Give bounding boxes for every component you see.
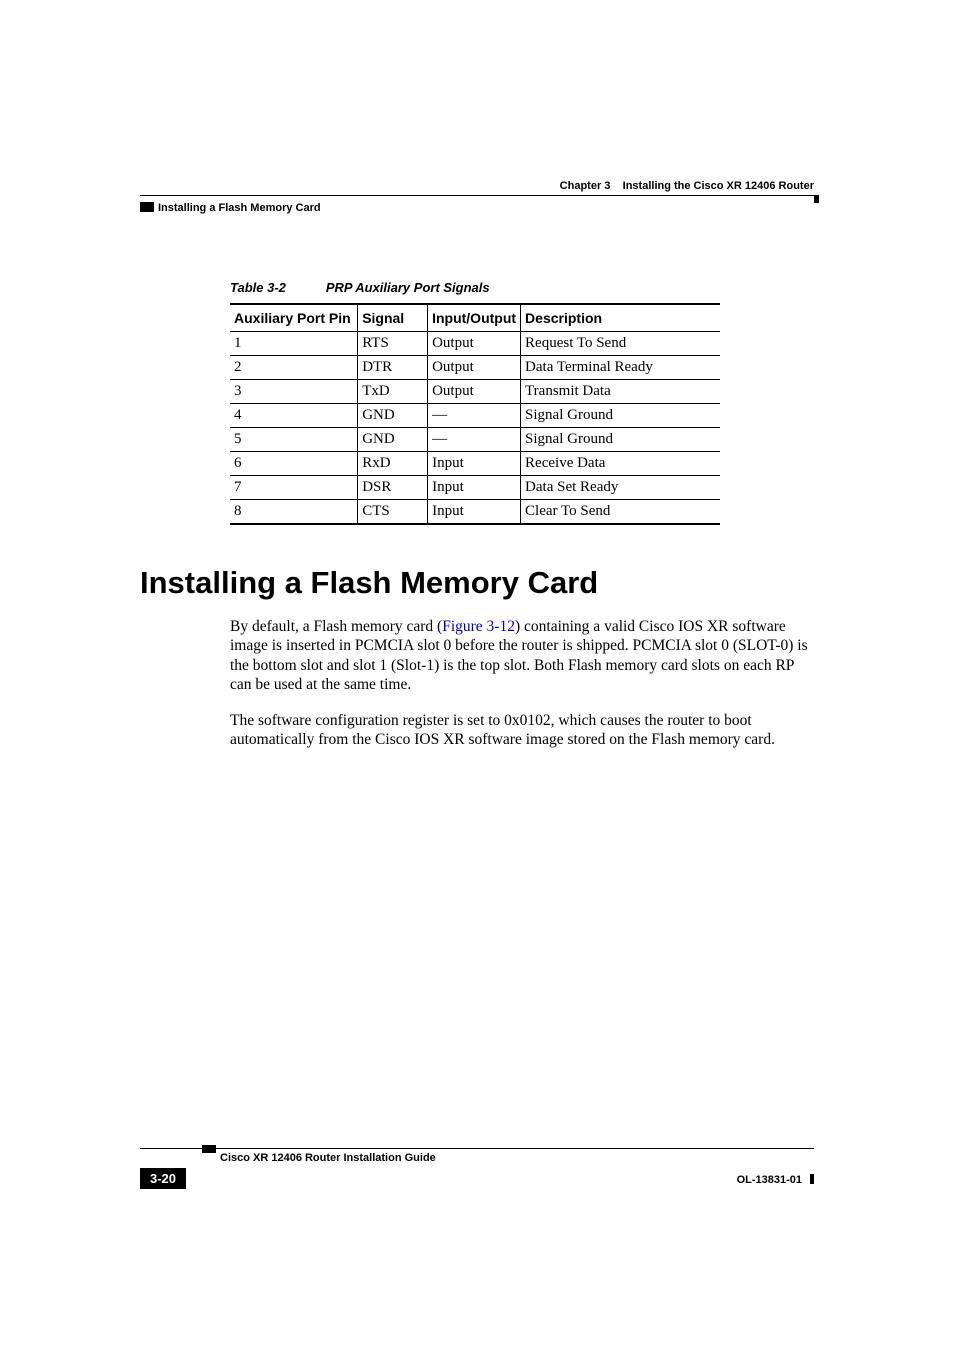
figure-link[interactable]: Figure 3-12 [442, 618, 515, 635]
running-section-name: Installing a Flash Memory Card [158, 202, 321, 214]
table-row: 7 DSR Input Data Set Ready [230, 476, 720, 500]
table-row: 6 RxD Input Receive Data [230, 452, 720, 476]
cell-io: Input [428, 500, 521, 525]
p1-part1: By default, a Flash memory card ( [230, 618, 442, 635]
cell-pin: 3 [230, 380, 358, 404]
cell-signal: GND [358, 404, 428, 428]
table-row: 8 CTS Input Clear To Send [230, 500, 720, 525]
cell-signal: DTR [358, 356, 428, 380]
guide-title: Cisco XR 12406 Router Installation Guide [220, 1152, 814, 1164]
table-number: Table 3-2 [230, 280, 286, 295]
table-row: 4 GND — Signal Ground [230, 404, 720, 428]
cell-desc: Request To Send [521, 332, 720, 356]
cell-pin: 5 [230, 428, 358, 452]
header-marker-left [140, 202, 154, 212]
cell-pin: 6 [230, 452, 358, 476]
table-row: 1 RTS Output Request To Send [230, 332, 720, 356]
chapter-header: Chapter 3 Installing the Cisco XR 12406 … [560, 180, 814, 192]
col-header-pin: Auxiliary Port Pin [230, 304, 358, 332]
col-header-desc: Description [521, 304, 720, 332]
cell-desc: Clear To Send [521, 500, 720, 525]
cell-signal: TxD [358, 380, 428, 404]
cell-desc: Signal Ground [521, 428, 720, 452]
cell-io: — [428, 428, 521, 452]
cell-desc: Receive Data [521, 452, 720, 476]
cell-io: Output [428, 380, 521, 404]
paragraph-1: By default, a Flash memory card (Figure … [230, 617, 814, 695]
table-title: PRP Auxiliary Port Signals [326, 280, 490, 295]
table-caption: Table 3-2 PRP Auxiliary Port Signals [230, 280, 814, 295]
section-heading: Installing a Flash Memory Card [140, 565, 814, 601]
cell-pin: 7 [230, 476, 358, 500]
cell-io: Input [428, 452, 521, 476]
page-number: 3-20 [140, 1168, 186, 1189]
signals-table: Auxiliary Port Pin Signal Input/Output D… [230, 303, 720, 525]
cell-io: Output [428, 356, 521, 380]
header-rule [140, 195, 814, 196]
cell-io: Input [428, 476, 521, 500]
col-header-io: Input/Output [428, 304, 521, 332]
document-id: OL-13831-01 [737, 1174, 802, 1186]
cell-signal: DSR [358, 476, 428, 500]
chapter-title-text: Installing the Cisco XR 12406 Router [623, 180, 814, 192]
cell-desc: Signal Ground [521, 404, 720, 428]
cell-desc: Data Terminal Ready [521, 356, 720, 380]
cell-pin: 2 [230, 356, 358, 380]
cell-pin: 4 [230, 404, 358, 428]
cell-signal: RxD [358, 452, 428, 476]
table-row: 3 TxD Output Transmit Data [230, 380, 720, 404]
cell-desc: Transmit Data [521, 380, 720, 404]
table-row: 5 GND — Signal Ground [230, 428, 720, 452]
cell-pin: 8 [230, 500, 358, 525]
cell-io: Output [428, 332, 521, 356]
doc-id-marker [810, 1174, 814, 1184]
paragraph-2: The software configuration register is s… [230, 711, 814, 750]
chapter-label: Chapter 3 [560, 180, 611, 192]
cell-desc: Data Set Ready [521, 476, 720, 500]
cell-io: — [428, 404, 521, 428]
cell-signal: CTS [358, 500, 428, 525]
page-footer: Cisco XR 12406 Router Installation Guide… [140, 1148, 814, 1189]
col-header-signal: Signal [358, 304, 428, 332]
header-marker-right [814, 195, 819, 203]
footer-rule [140, 1148, 814, 1149]
footer-marker [202, 1145, 216, 1153]
cell-signal: GND [358, 428, 428, 452]
table-row: 2 DTR Output Data Terminal Ready [230, 356, 720, 380]
cell-signal: RTS [358, 332, 428, 356]
cell-pin: 1 [230, 332, 358, 356]
